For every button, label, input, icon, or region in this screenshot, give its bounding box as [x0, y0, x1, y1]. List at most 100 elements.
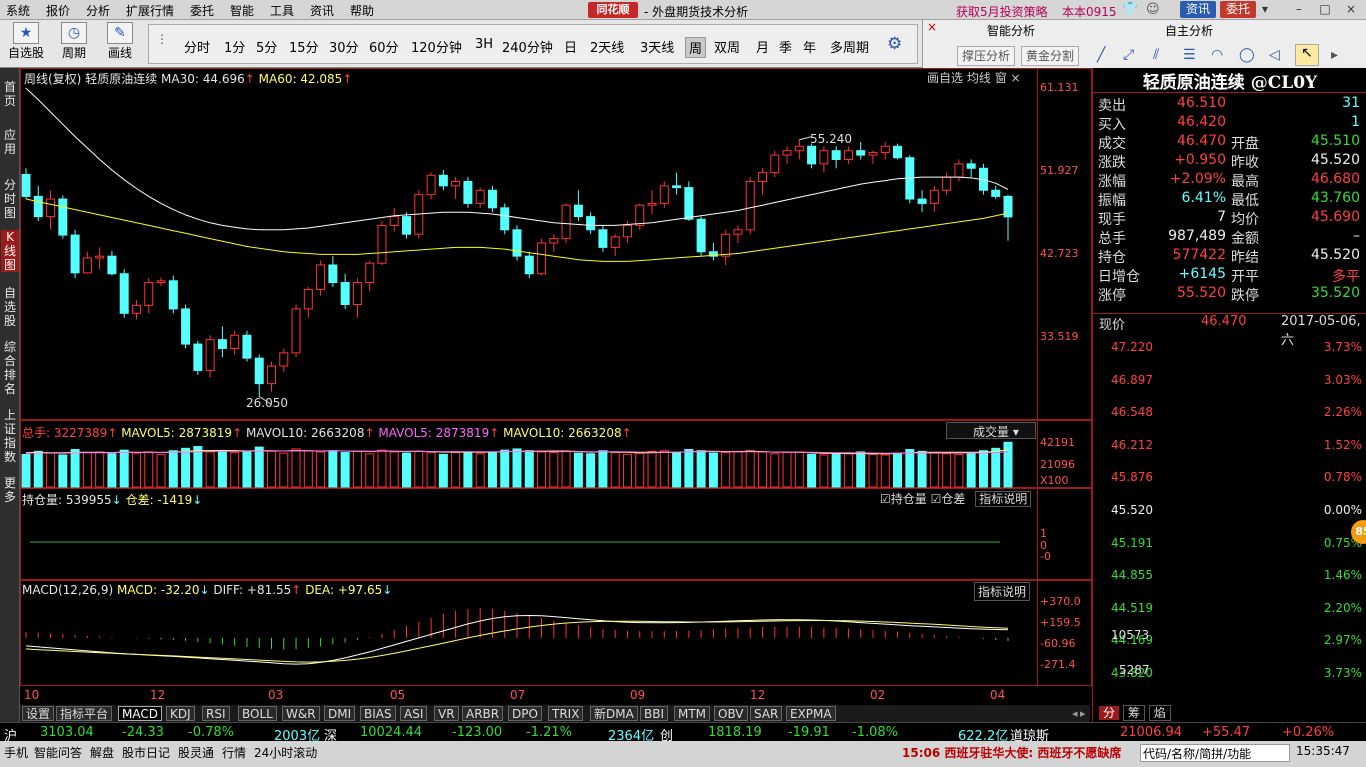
- news-ticker[interactable]: 15:06 西班牙驻华大使: 西班牙不愿缺席: [902, 744, 1121, 761]
- market-percent: -1.21%: [526, 725, 572, 740]
- tab-dmi[interactable]: DMI: [324, 706, 356, 721]
- candle-body: [316, 264, 326, 291]
- quote-value-2: 多平: [1332, 269, 1360, 285]
- tab-boll[interactable]: BOLL: [238, 706, 277, 721]
- tab-bias[interactable]: BIAS: [360, 706, 396, 721]
- tab-asi[interactable]: ASI: [400, 706, 428, 721]
- quote-value-2: 45.690: [1311, 209, 1360, 225]
- high-price-label: 55.240: [810, 132, 852, 146]
- mini-tab-timeline[interactable]: 分: [1099, 706, 1120, 720]
- mini-vol-tick: 10573: [1111, 628, 1150, 642]
- indicator-dropdown[interactable]: 成交量 ▾: [946, 422, 1036, 439]
- tab-draw-watch[interactable]: 画自选: [927, 71, 963, 85]
- candle-body: [917, 198, 927, 204]
- tab-window[interactable]: 窗: [995, 71, 1007, 85]
- volume-bar: [217, 450, 227, 488]
- candle-body: [966, 163, 976, 169]
- tab-ma[interactable]: 均线: [967, 71, 991, 85]
- macd-explain-button[interactable]: 指标说明: [974, 582, 1031, 601]
- candle-body: [267, 365, 276, 385]
- tab-mtm[interactable]: MTM: [674, 706, 711, 721]
- candle-body: [573, 204, 583, 218]
- volume-bar: [512, 448, 522, 488]
- quote-value: +6145: [1178, 266, 1226, 282]
- total-volume: 总手: 3227389: [22, 426, 108, 440]
- volume-bar: [168, 450, 178, 488]
- tab-dpo[interactable]: DPO: [508, 706, 542, 721]
- tab-arbr[interactable]: ARBR: [462, 706, 504, 721]
- status-lingtong[interactable]: 股灵通: [178, 744, 214, 761]
- volume-bar: [991, 447, 1001, 488]
- candle-body: [58, 198, 68, 236]
- pane-close-icon[interactable]: ×: [1011, 71, 1021, 85]
- candle-body: [794, 145, 804, 152]
- tab-expma[interactable]: EXPMA: [786, 706, 836, 721]
- oi-diff-value: 仓差: -1419: [125, 493, 193, 507]
- macd-ytick: -271.4: [1040, 658, 1076, 671]
- volume-bar: [46, 452, 56, 488]
- mini-right-tick: 0.78%: [1323, 470, 1362, 485]
- ma30-value: MA30: 44.696: [161, 72, 245, 86]
- kline-ytick: 61.131: [1040, 81, 1079, 94]
- tab-kdj[interactable]: KDJ: [166, 706, 195, 721]
- scroll-right-icon[interactable]: ▸: [1080, 707, 1086, 720]
- oi-checkbox[interactable]: ☑: [880, 492, 891, 506]
- mini-right-tick: 2.20%: [1323, 600, 1362, 615]
- candle-body: [254, 357, 264, 385]
- kline-tabs: 画自选 均线 窗 ×: [927, 69, 1021, 86]
- mini-right-tick: 2.97%: [1323, 633, 1362, 648]
- tab-new-dma[interactable]: 新DMA: [590, 706, 638, 721]
- status-bar: 手机 智能问答 解盘 股市日记 股灵通 行情 24小时滚动 15:06 西班牙驻…: [0, 741, 1366, 767]
- candle-body: [46, 198, 56, 218]
- candle-body: [561, 204, 571, 240]
- tab-trix[interactable]: TRIX: [548, 706, 584, 721]
- tab-sar[interactable]: SAR: [750, 706, 783, 721]
- quote-label-2: 最高: [1231, 174, 1259, 190]
- volume-bar: [794, 451, 804, 488]
- macd-group: [25, 607, 1009, 665]
- volume-bar: [21, 453, 31, 488]
- clock: 15:35:47: [1296, 744, 1350, 758]
- mini-vol-tick: 5287: [1119, 663, 1150, 677]
- diff-checkbox[interactable]: ☑: [931, 492, 942, 506]
- volume-bar: [193, 446, 203, 488]
- volume-bar: [181, 447, 191, 488]
- tab-rsi[interactable]: RSI: [202, 706, 230, 721]
- candle-body: [622, 224, 632, 238]
- candle-body: [831, 150, 841, 160]
- tab-macd[interactable]: MACD: [118, 706, 162, 721]
- tab-obv[interactable]: OBV: [714, 706, 748, 721]
- tab-bbi[interactable]: BBI: [640, 706, 669, 721]
- tab-indicator-platform[interactable]: 指标平台: [56, 706, 113, 721]
- kline-header: 周线(复权) 轻质原油连续 MA30: 44.696↑ MA60: 42.085…: [24, 70, 352, 87]
- tab-settings[interactable]: 设置: [22, 706, 55, 721]
- status-diary[interactable]: 股市日记: [122, 744, 170, 761]
- volume-bar: [721, 452, 731, 488]
- scroll-left-icon[interactable]: ◂: [1072, 707, 1078, 720]
- candle-body: [672, 185, 682, 189]
- mini-tab-chips[interactable]: 筹: [1122, 705, 1145, 721]
- volume-bar: [82, 452, 92, 488]
- candle-body: [230, 334, 240, 349]
- tab-vr[interactable]: VR: [434, 706, 459, 721]
- mini-tab-flame[interactable]: 焰: [1148, 705, 1171, 721]
- market-price: 10024.44: [360, 725, 423, 740]
- macd-ytick: +370.0: [1040, 595, 1081, 608]
- volume-bar: [389, 451, 399, 488]
- mini-left-tick: 45.520: [1111, 503, 1153, 517]
- oi-explain-button[interactable]: 指标说明: [975, 491, 1032, 507]
- candle-body: [328, 264, 338, 284]
- quote-value: +0.950: [1174, 152, 1226, 168]
- tab-wr[interactable]: W&R: [282, 706, 320, 721]
- status-24h[interactable]: 24小时滚动: [254, 744, 317, 761]
- status-mobile[interactable]: 手机: [4, 744, 28, 761]
- market-change: -19.91: [788, 725, 830, 740]
- quote-value-2: 45.520: [1311, 247, 1360, 263]
- market-ticker: 沪 3103.04 -24.33 -0.78% 2003亿 深 10024.44…: [0, 722, 1366, 744]
- status-interpret[interactable]: 解盘: [90, 744, 114, 761]
- candle-body: [205, 339, 215, 371]
- status-quote[interactable]: 行情: [222, 744, 246, 761]
- quote-value-2: 1: [1351, 114, 1360, 130]
- search-input[interactable]: 代码/名称/简拼/功能: [1140, 744, 1290, 762]
- status-qa[interactable]: 智能问答: [34, 744, 82, 761]
